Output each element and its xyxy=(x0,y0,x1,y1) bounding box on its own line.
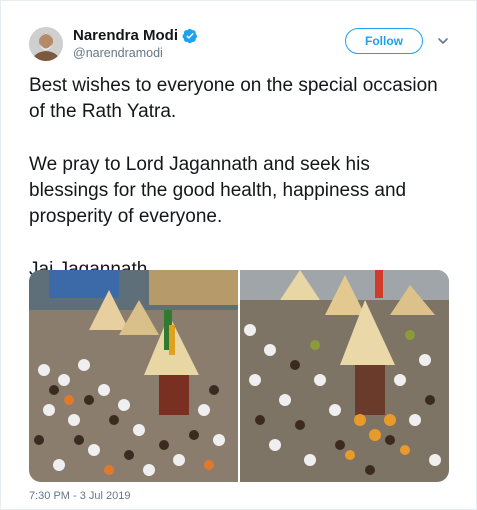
rath-yatra-photo-right[interactable] xyxy=(240,270,449,482)
tweet-card: Narendra Modi @narendramodi Follow Best … xyxy=(0,0,477,510)
follow-button[interactable]: Follow xyxy=(345,28,423,54)
rath-yatra-photo-left[interactable] xyxy=(29,270,238,482)
author-name-row[interactable]: Narendra Modi xyxy=(73,27,198,44)
verified-badge-icon xyxy=(182,28,198,43)
author-avatar[interactable] xyxy=(29,27,63,61)
tweet-paragraph: We pray to Lord Jagannath and seek his b… xyxy=(29,154,407,227)
tweet-timestamp[interactable]: 7:30 PM - 3 Jul 2019 xyxy=(29,490,131,502)
media-gallery xyxy=(29,270,449,482)
author-name[interactable]: Narendra Modi xyxy=(73,27,178,44)
chevron-down-icon[interactable] xyxy=(437,35,449,47)
tweet-paragraph: Best wishes to everyone on the special o… xyxy=(29,75,438,122)
author-handle[interactable]: @narendramodi xyxy=(73,46,163,60)
avatar-portrait-icon xyxy=(29,27,63,61)
